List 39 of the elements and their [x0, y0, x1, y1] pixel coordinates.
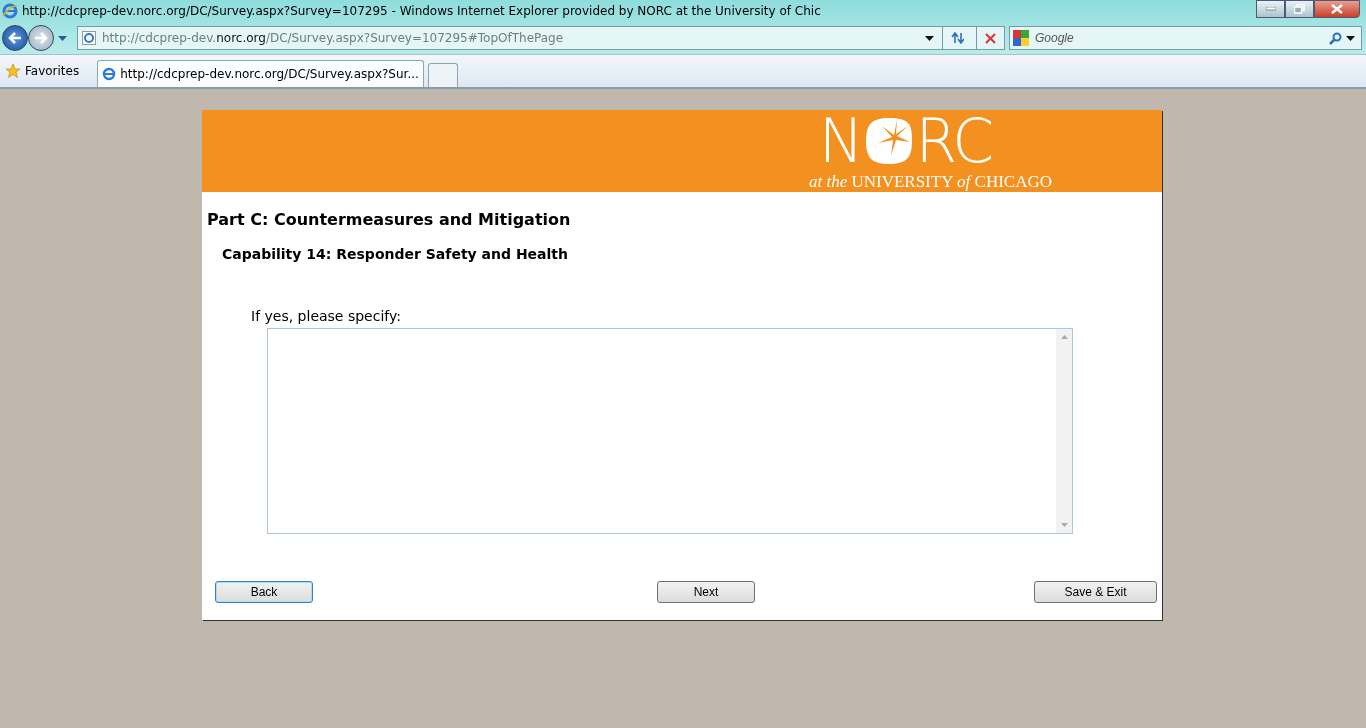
close-button[interactable]: [1314, 0, 1360, 18]
dropdown-caret-icon[interactable]: [925, 35, 934, 41]
part-heading: Part C: Countermeasures and Mitigation: [207, 210, 572, 229]
search-icon[interactable]: [1329, 31, 1342, 45]
url-text: norc.org: [216, 31, 266, 45]
close-icon: [985, 32, 996, 44]
forward-button[interactable]: [28, 25, 54, 51]
left-arrow-icon: [8, 32, 22, 44]
right-arrow-icon: [34, 32, 48, 44]
back-button[interactable]: [2, 25, 28, 51]
question-label: If yes, please specify:: [251, 308, 402, 324]
browser-tab[interactable]: http://cdcprep-dev.norc.org/DC/Survey.aspx?Sur...: [97, 60, 424, 87]
logo-text: N: [818, 111, 862, 171]
star-icon: [6, 64, 20, 78]
url-text: http://cdcprep-dev.: [102, 31, 217, 45]
favorites-button[interactable]: Favorites: [4, 64, 94, 78]
minimize-button[interactable]: [1256, 0, 1285, 18]
minimize-icon: [1265, 7, 1276, 11]
logo-text: RC: [915, 111, 993, 171]
browser-logo-icon: [2, 3, 18, 19]
logo-star-icon: [863, 116, 914, 166]
restore-icon: [1294, 4, 1305, 14]
dropdown-caret-icon[interactable]: [1346, 35, 1355, 41]
form-button[interactable]: Back: [215, 581, 313, 603]
form-button[interactable]: Next: [657, 581, 755, 603]
form-button[interactable]: Save & Exit: [1034, 581, 1157, 603]
page-icon: [82, 31, 96, 45]
search-field[interactable]: Google: [1009, 26, 1362, 50]
search-input[interactable]: Google: [1033, 30, 1325, 46]
window-title: http://cdcprep-dev.norc.org/DC/Survey.aspx?Survey=107295 - Windows Internet Explorer provided by NORC at the University of Chic: [22, 4, 822, 18]
close-icon: [1331, 4, 1343, 14]
url-text: /DC/Survey.aspx?Survey=107295#TopOfThePage: [265, 31, 564, 45]
logo-tagline: at the UNIVERSITY of CHICAGO: [808, 172, 1052, 192]
search-provider-icon: [1013, 30, 1029, 46]
restore-button[interactable]: [1285, 0, 1314, 18]
capability-heading: Capability 14: Responder Safety and Health: [222, 246, 569, 262]
page-icon: [102, 67, 117, 81]
address-field[interactable]: http://cdcprep-dev.norc.org/DC/Survey.aspx?Survey=107295#TopOfThePage: [77, 26, 1005, 50]
refresh-icon: [949, 32, 964, 44]
